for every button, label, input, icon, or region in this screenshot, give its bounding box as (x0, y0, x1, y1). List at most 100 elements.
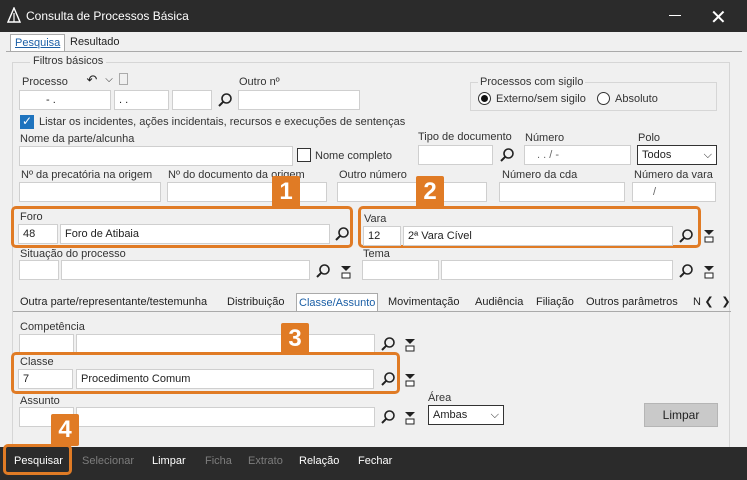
situacao-search-icon[interactable] (315, 263, 331, 279)
nome-parte-label: Nome da parte/alcunha (20, 133, 135, 145)
vara-select-all-icon[interactable] (703, 229, 715, 243)
listar-incidentes-label: Listar os incidentes, ações incidentais,… (39, 116, 406, 128)
chevron-down-icon[interactable]: ⌵ (101, 72, 117, 88)
tipo-documento-label: Tipo de documento (418, 131, 512, 143)
classe-select-all-icon[interactable] (404, 373, 416, 387)
step-badge-4: 4 (51, 414, 79, 446)
chevron-down-icon: ⌵ (490, 408, 499, 421)
area-value: Ambas (433, 409, 468, 421)
tab-divider (6, 51, 742, 52)
subtab-audiencia[interactable]: Audiência (473, 293, 525, 311)
processo-input-1[interactable]: - . (19, 90, 111, 110)
polo-label: Polo (638, 132, 661, 144)
vara-code-input[interactable]: 12 (363, 226, 401, 246)
tema-name-input[interactable] (441, 260, 673, 280)
competencia-label: Competência (20, 321, 85, 333)
minimize-icon[interactable] (669, 15, 681, 16)
assunto-search-icon[interactable] (380, 409, 396, 425)
step-badge-2: 2 (416, 176, 444, 208)
tema-label: Tema (363, 248, 390, 260)
subtab-classe-assunto[interactable]: Classe/Assunto (296, 293, 379, 311)
outro-n-label: Outro nº (239, 76, 280, 88)
subtab-movimentacao[interactable]: Movimentação (386, 293, 462, 311)
window-title: Consulta de Processos Básica (26, 9, 189, 23)
selecionar-button[interactable]: Selecionar (82, 455, 134, 467)
outro-numero-input[interactable] (337, 182, 487, 202)
search-icon[interactable] (217, 92, 233, 108)
extrato-button[interactable]: Extrato (248, 455, 283, 467)
relacao-button[interactable]: Relação (299, 455, 339, 467)
vara-numero-label: Número da vara (634, 169, 713, 181)
copy-icon[interactable] (119, 73, 128, 85)
competencia-code-input[interactable] (19, 334, 74, 354)
situacao-label: Situação do processo (20, 248, 126, 260)
tab-pesquisa[interactable]: Pesquisa (10, 34, 66, 52)
title-bar: Consulta de Processos Básica ✕ (0, 0, 747, 32)
tipo-documento-input[interactable] (418, 145, 493, 165)
outro-n-input[interactable] (238, 90, 360, 110)
chevron-down-icon: ⌵ (703, 148, 712, 161)
vara-name-input[interactable]: 2ª Vara Cível (403, 226, 673, 246)
classe-name-input[interactable]: Procedimento Comum (76, 369, 374, 389)
tema-search-icon[interactable] (678, 263, 694, 279)
foro-name-input[interactable]: Foro de Atibaia (60, 224, 330, 244)
step-badge-3: 3 (281, 323, 309, 355)
subtab-distribuicao[interactable]: Distribuição (225, 293, 286, 311)
tipo-documento-search-icon[interactable] (499, 147, 515, 163)
tema-select-all-icon[interactable] (703, 265, 715, 279)
processo-label: Processo (22, 76, 68, 88)
step-badge-1: 1 (272, 176, 300, 208)
classe-label: Classe (20, 356, 54, 368)
nome-completo-checkbox[interactable] (297, 148, 311, 162)
chevron-left-icon[interactable]: ❮ (701, 294, 717, 310)
tab-resultado[interactable]: Resultado (66, 34, 124, 52)
subtab-filiacao[interactable]: Filiação (534, 293, 576, 311)
doc-origem-input[interactable] (167, 182, 327, 202)
chevron-right-icon[interactable]: ❯ (718, 294, 734, 310)
sigilo-absoluto-radio[interactable] (597, 92, 610, 105)
situacao-name-input[interactable] (61, 260, 310, 280)
competencia-select-all-icon[interactable] (404, 338, 416, 352)
polo-select[interactable]: Todos ⌵ (637, 145, 717, 165)
limpar-filtros-button[interactable]: Limpar (644, 403, 718, 427)
sigilo-group-label: Processos com sigilo (478, 76, 586, 88)
pesquisar-button[interactable]: Pesquisar (14, 455, 63, 467)
nome-completo-label: Nome completo (315, 150, 393, 162)
classe-search-icon[interactable] (380, 371, 396, 387)
nome-parte-input[interactable] (19, 146, 293, 166)
precatoria-label: Nº da precatória na origem (21, 169, 153, 181)
assunto-label: Assunto (20, 395, 60, 407)
cda-input[interactable] (499, 182, 625, 202)
tema-code-input[interactable] (362, 260, 439, 280)
area-select[interactable]: Ambas ⌵ (428, 405, 504, 425)
sigilo-absoluto-label: Absoluto (615, 93, 658, 105)
area-label: Área (428, 392, 452, 404)
competencia-search-icon[interactable] (380, 336, 396, 352)
subtab-outros-parametros[interactable]: Outros parâmetros (584, 293, 680, 311)
listar-incidentes-checkbox[interactable] (20, 114, 34, 129)
processo-input-3[interactable] (172, 90, 212, 110)
assunto-select-all-icon[interactable] (404, 411, 416, 425)
limpar-button[interactable]: Limpar (152, 455, 186, 467)
competencia-name-input[interactable] (76, 334, 375, 354)
classe-code-input[interactable]: 7 (18, 369, 73, 389)
foro-search-icon[interactable] (334, 226, 350, 242)
numero-input[interactable]: . . / - (524, 145, 631, 165)
cda-label: Número da cda (502, 169, 578, 181)
ficha-button[interactable]: Ficha (205, 455, 232, 467)
situacao-select-all-icon[interactable] (340, 265, 352, 279)
vara-search-icon[interactable] (678, 228, 694, 244)
numero-label: Número (525, 132, 565, 144)
processo-input-2[interactable]: . . (114, 90, 169, 110)
undo-icon[interactable]: ↶ (84, 73, 100, 89)
precatoria-input[interactable] (19, 182, 161, 202)
fechar-button[interactable]: Fechar (358, 455, 392, 467)
assunto-name-input[interactable] (76, 407, 375, 427)
sigilo-externo-radio[interactable] (478, 92, 491, 105)
foro-code-input[interactable]: 48 (18, 224, 58, 244)
close-icon[interactable]: ✕ (710, 5, 727, 29)
vara-numero-input[interactable]: / (632, 182, 716, 202)
situacao-code-input[interactable] (19, 260, 59, 280)
subtab-divider (13, 311, 731, 312)
subtab-outra-parte[interactable]: Outra parte/representante/testemunha (18, 293, 209, 311)
